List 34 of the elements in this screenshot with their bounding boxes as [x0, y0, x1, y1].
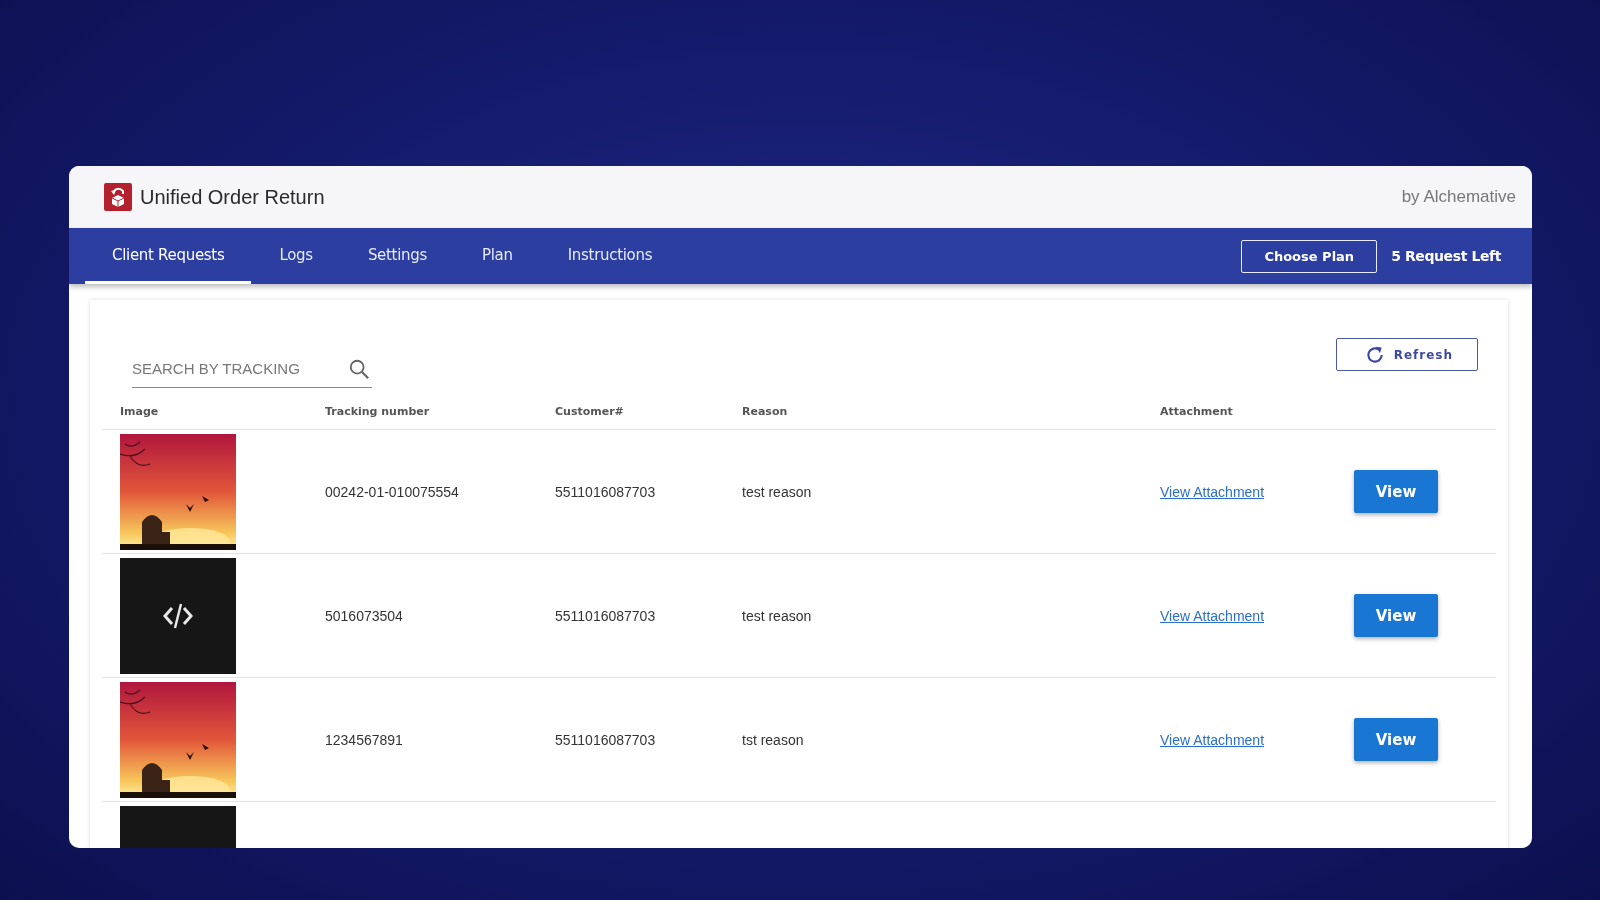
nav-tab[interactable]: Instructions — [540, 228, 680, 284]
table-cell: 1234567891 — [325, 731, 403, 748]
app-title: Unified Order Return — [140, 185, 325, 209]
logo-icon — [104, 183, 132, 211]
table-cell: 5511016087703 — [555, 607, 656, 624]
choose-plan-button[interactable]: Choose Plan — [1241, 239, 1378, 273]
table-cell: 5511016087703 — [555, 483, 656, 500]
refresh-button[interactable]: Refresh — [1335, 338, 1478, 371]
table-cell: 5511016087703 — [555, 731, 656, 748]
table-cell: tst reason — [742, 731, 804, 748]
attachment-link[interactable]: View Attachment — [1160, 607, 1265, 624]
nav-tab[interactable]: Logs — [252, 228, 340, 284]
refresh-icon — [1364, 344, 1385, 365]
search-field[interactable]: SEARCH BY TRACKING — [132, 350, 372, 388]
column-header: Tracking number — [325, 405, 430, 418]
column-header: Attachment — [1160, 405, 1233, 418]
view-button[interactable]: View — [1354, 718, 1438, 761]
nav-tab[interactable]: Client Requests — [85, 228, 252, 284]
nav-tab[interactable]: Plan — [455, 228, 540, 284]
attachment-link[interactable]: View Attachment — [1160, 483, 1265, 500]
nav-tab[interactable]: Settings — [340, 228, 454, 284]
column-header: Customer# — [555, 405, 624, 418]
table-cell: 5016073504 — [325, 607, 403, 624]
vendor-label: by Alchemative — [1401, 187, 1516, 207]
attachment-link[interactable]: View Attachment — [1160, 731, 1265, 748]
requests-left-label: 5 Request Left — [1391, 248, 1501, 264]
view-button[interactable]: View — [1354, 594, 1438, 637]
table-cell: test reason — [742, 483, 812, 500]
search-icon[interactable] — [348, 358, 370, 380]
column-header: Image — [120, 405, 159, 418]
column-header: Reason — [742, 405, 788, 418]
table-cell: 00242-01-010075554 — [325, 483, 459, 500]
view-button[interactable]: View — [1354, 470, 1438, 513]
table-cell: test reason — [742, 607, 812, 624]
